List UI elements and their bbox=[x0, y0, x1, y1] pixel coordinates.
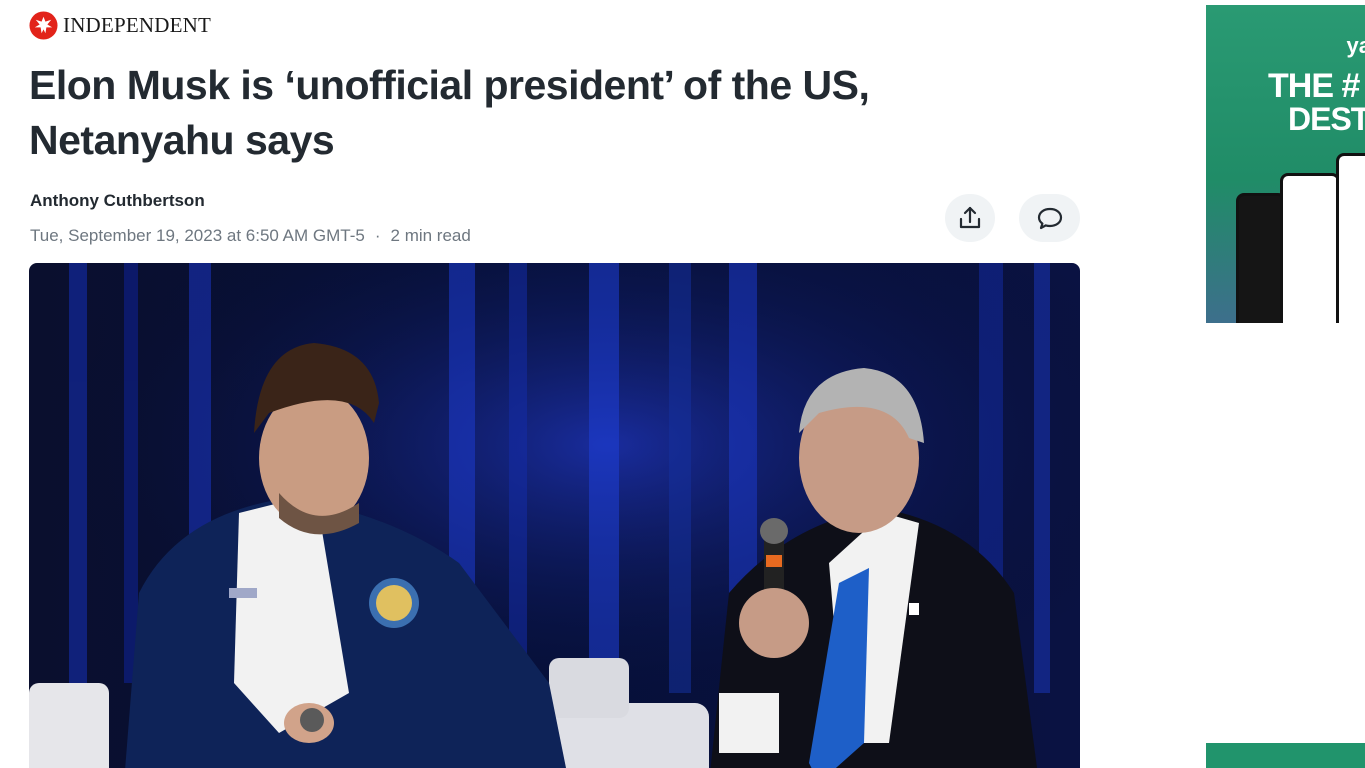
publisher-name: INDEPENDENT bbox=[63, 13, 212, 37]
share-button[interactable] bbox=[945, 194, 995, 242]
hero-image[interactable] bbox=[29, 263, 1080, 768]
ad-brand: ya bbox=[1346, 33, 1365, 58]
read-time: 2 min read bbox=[390, 226, 471, 245]
ad-phone-mockup bbox=[1280, 173, 1340, 323]
ad-phone-mockup bbox=[1236, 193, 1286, 323]
comment-button[interactable] bbox=[1019, 194, 1080, 242]
publisher-header[interactable]: INDEPENDENT bbox=[29, 11, 211, 40]
meta-separator: · bbox=[374, 226, 381, 245]
eagle-logo-icon bbox=[29, 11, 58, 40]
headline-line-2: Netanyahu says bbox=[29, 117, 335, 163]
author-name[interactable]: Anthony Cuthbertson bbox=[30, 191, 205, 211]
publish-date: Tue, September 19, 2023 at 6:50 AM GMT-5 bbox=[30, 226, 365, 245]
ad-phone-mockup bbox=[1336, 153, 1365, 323]
article-meta: Tue, September 19, 2023 at 6:50 AM GMT-5… bbox=[30, 226, 471, 246]
advertisement-banner-bottom[interactable] bbox=[1206, 743, 1365, 768]
headline-line-1: Elon Musk is ‘unofficial president’ of t… bbox=[29, 62, 870, 108]
comment-icon bbox=[1037, 207, 1062, 230]
share-icon bbox=[959, 206, 981, 229]
advertisement-banner[interactable]: ya THE # DEST bbox=[1206, 5, 1365, 323]
ad-headline-line-2: DEST bbox=[1288, 101, 1365, 137]
article-headline: Elon Musk is ‘unofficial president’ of t… bbox=[29, 58, 949, 168]
